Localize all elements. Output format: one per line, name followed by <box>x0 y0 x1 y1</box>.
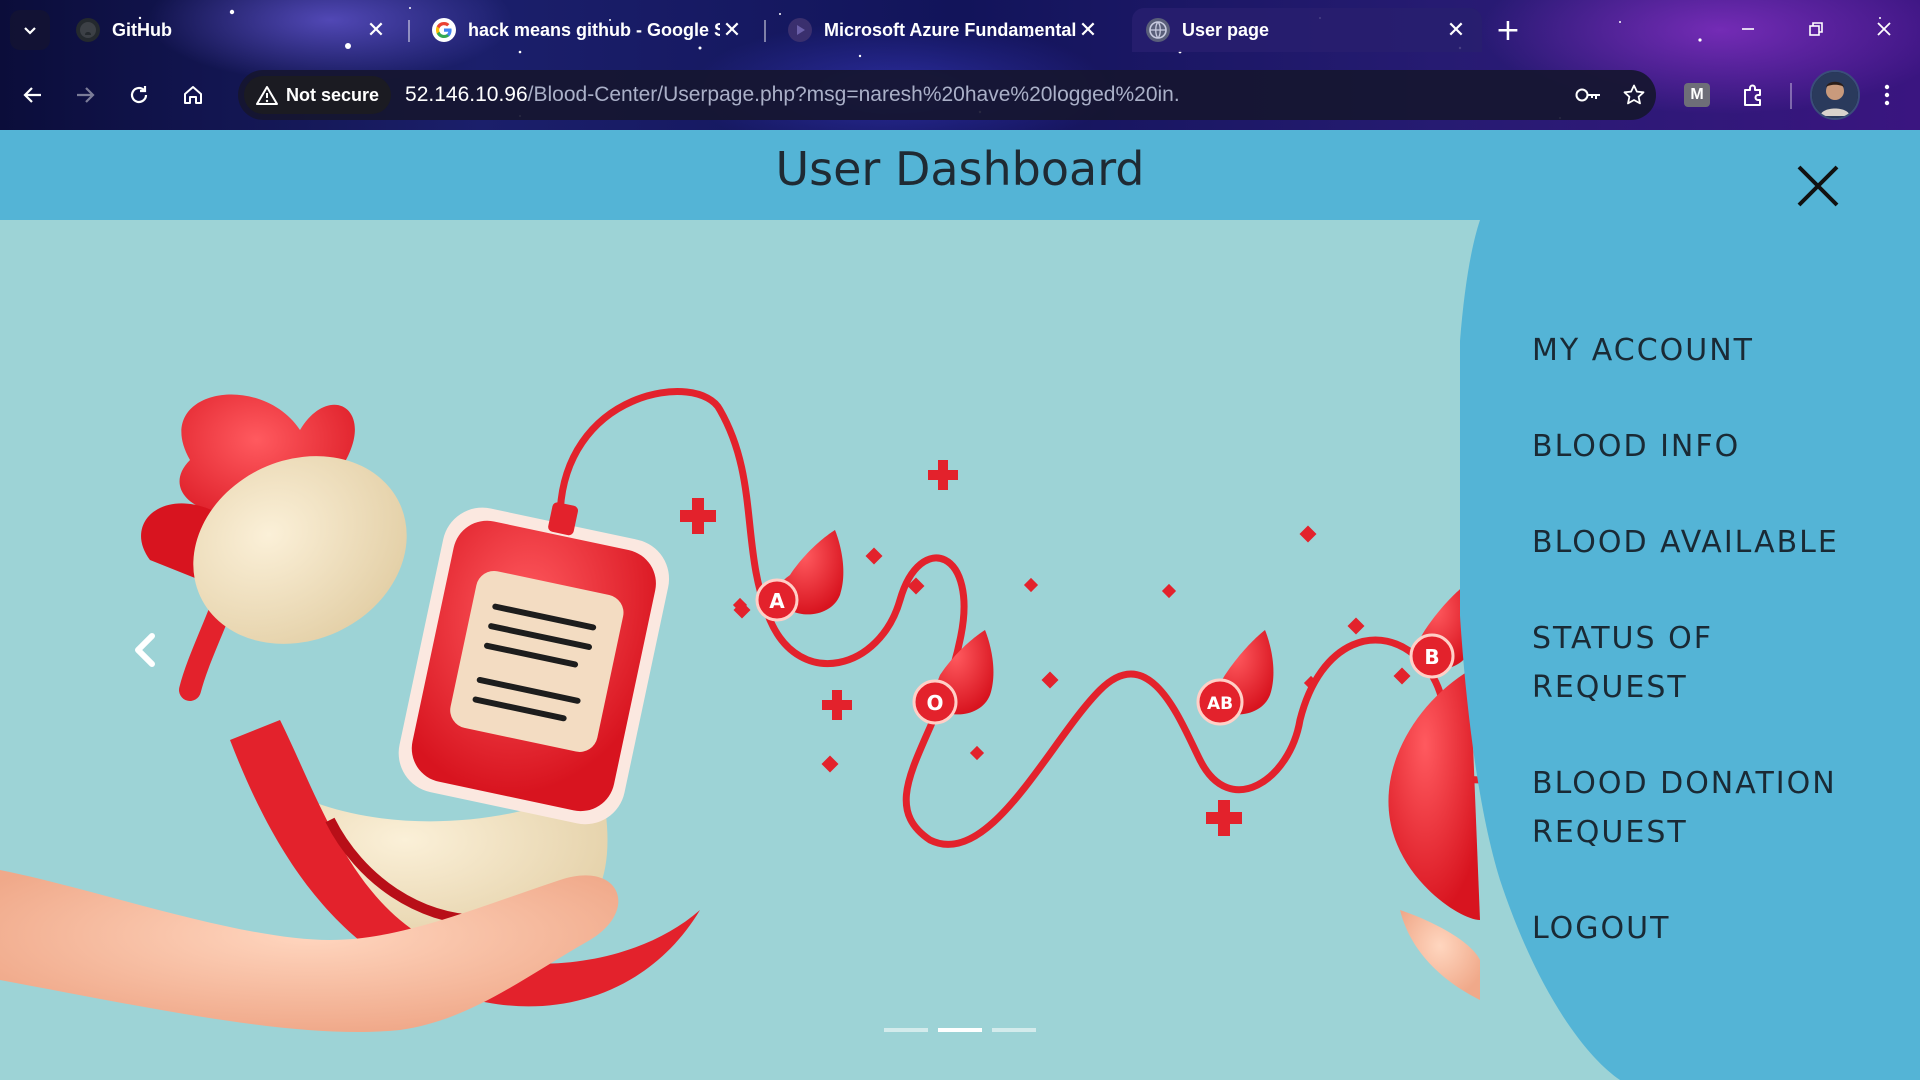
close-icon <box>1877 22 1891 36</box>
window-close-button[interactable] <box>1850 0 1918 58</box>
url-host: 52.146.10.96 <box>405 83 528 106</box>
tab-azure-fundamentals[interactable]: Microsoft Azure Fundamentals ✕ <box>774 8 1114 52</box>
puzzle-icon <box>1744 84 1761 106</box>
page-content: User Dashboard A O AB B MY ACCOUNT BLOOD… <box>0 130 1920 1080</box>
minimize-icon <box>1742 28 1754 30</box>
reload-button[interactable] <box>118 74 160 116</box>
forward-button[interactable] <box>64 74 106 116</box>
restore-icon <box>1809 22 1823 36</box>
home-button[interactable] <box>172 74 214 116</box>
back-button[interactable] <box>12 74 54 116</box>
menu-item-blood-donation-request[interactable]: BLOOD DONATION REQUEST <box>1532 759 1862 857</box>
carousel-indicator-active[interactable] <box>938 1028 982 1032</box>
url-path: /Blood-Center/Userpage.php?msg=naresh%20… <box>527 83 1180 106</box>
arrow-right-icon <box>77 87 95 103</box>
star-icon <box>1623 84 1645 105</box>
page-title: User Dashboard <box>775 142 1145 196</box>
blood-type-o-label: O <box>926 691 943 715</box>
tab-divider <box>408 20 410 42</box>
blood-type-a-label: A <box>769 589 785 613</box>
extensions-button[interactable] <box>1732 74 1774 116</box>
github-icon <box>76 18 100 42</box>
carousel-prev-button[interactable] <box>120 620 170 680</box>
chevron-left-icon <box>135 633 155 667</box>
home-icon <box>184 86 202 104</box>
menu-item-blood-available[interactable]: BLOOD AVAILABLE <box>1532 518 1862 567</box>
tab-github[interactable]: GitHub ✕ <box>62 8 402 52</box>
avatar-icon <box>1812 72 1858 118</box>
tab-google-search[interactable]: hack means github - Google S ✕ <box>418 8 758 52</box>
tab-close-icon[interactable]: ✕ <box>364 17 388 43</box>
arrow-left-icon <box>23 87 41 103</box>
blood-type-b-label: B <box>1424 645 1439 669</box>
toolbar-divider <box>1790 83 1792 109</box>
browser-chrome: GitHub ✕ hack means github - Google S ✕ … <box>0 0 1920 130</box>
tab-close-icon[interactable]: ✕ <box>1444 17 1468 43</box>
globe-icon <box>1146 18 1170 42</box>
page-header: User Dashboard <box>0 130 1920 220</box>
reload-icon <box>130 86 148 104</box>
menu-item-logout[interactable]: LOGOUT <box>1532 904 1862 953</box>
carousel-indicator[interactable] <box>992 1028 1036 1032</box>
menu-item-status-of-request[interactable]: STATUS OF REQUEST <box>1532 614 1862 712</box>
address-bar[interactable]: Not secure 52.146.10.96/Blood-Center/Use… <box>238 70 1656 120</box>
security-label: Not secure <box>286 84 380 105</box>
menu-item-my-account[interactable]: MY ACCOUNT <box>1532 326 1862 375</box>
minimize-button[interactable] <box>1714 0 1782 58</box>
close-icon <box>1797 165 1839 207</box>
tab-title: hack means github - Google S <box>468 19 720 40</box>
chevron-down-icon <box>24 27 36 35</box>
extension-m-label: M <box>1684 83 1710 107</box>
new-tab-button[interactable]: + <box>1490 12 1526 48</box>
side-menu: MY ACCOUNT BLOOD INFO BLOOD AVAILABLE ST… <box>1532 326 1862 1000</box>
tab-user-page[interactable]: User page ✕ <box>1132 8 1482 52</box>
tab-divider <box>764 20 766 42</box>
profile-avatar[interactable] <box>1810 70 1860 120</box>
carousel-indicators <box>884 1028 1036 1032</box>
blood-type-ab-label: AB <box>1207 694 1233 714</box>
browser-toolbar: Not secure 52.146.10.96/Blood-Center/Use… <box>0 66 1920 124</box>
tab-title: GitHub <box>112 19 172 40</box>
key-icon <box>1575 88 1600 102</box>
tab-search-button[interactable] <box>10 10 50 50</box>
tab-title: Microsoft Azure Fundamentals <box>824 19 1076 40</box>
browser-menu-button[interactable] <box>1866 74 1908 116</box>
tab-strip: GitHub ✕ hack means github - Google S ✕ … <box>0 0 1920 60</box>
bookmark-star-button[interactable] <box>1618 79 1650 111</box>
google-icon <box>432 18 456 42</box>
tab-close-icon[interactable]: ✕ <box>1076 17 1100 43</box>
tab-close-icon[interactable]: ✕ <box>720 17 744 43</box>
close-menu-button[interactable] <box>1790 158 1846 214</box>
warning-icon <box>256 86 278 105</box>
security-indicator[interactable]: Not secure <box>244 76 392 114</box>
password-key-button[interactable] <box>1572 79 1604 111</box>
tab-title: User page <box>1182 19 1270 40</box>
extension-m-button[interactable]: M <box>1676 74 1718 116</box>
url-text[interactable]: 52.146.10.96/Blood-Center/Userpage.php?m… <box>405 83 1180 107</box>
carousel-indicator[interactable] <box>884 1028 928 1032</box>
video-icon <box>788 18 812 42</box>
menu-item-blood-info[interactable]: BLOOD INFO <box>1532 422 1862 471</box>
kebab-menu-icon <box>1884 84 1890 106</box>
restore-button[interactable] <box>1782 0 1850 58</box>
